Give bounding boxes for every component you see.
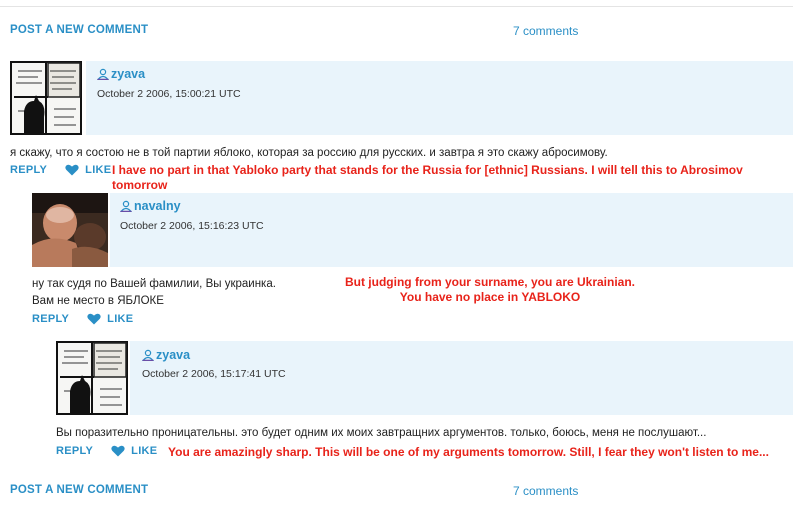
comment-text-line: Вам не место в ЯБЛОКЕ [32,295,164,307]
avatar-navalny[interactable] [32,193,108,267]
top-divider [0,0,793,7]
comment-text-line: ну так судя по Вашей фамилии, Вы украинк… [32,278,276,290]
translation-line: You have no place in YABLOKO [399,290,581,304]
heart-icon [111,445,125,457]
user-icon [142,349,154,361]
comment-count-top[interactable]: 7 comments [513,24,578,38]
comment-count-bottom[interactable]: 7 comments [513,484,578,498]
comment-actions: REPLY LIKE [10,164,111,176]
username-text: navalny [134,199,181,213]
username-text: zyava [111,67,146,81]
reply-button[interactable]: REPLY [10,164,47,176]
username-link[interactable]: zyava [97,67,145,81]
like-label: LIKE [131,445,158,457]
username-link[interactable]: navalny [120,199,181,213]
username-text: zyava [156,348,191,362]
like-button[interactable]: LIKE [87,313,133,325]
username-link[interactable]: zyava [142,348,190,362]
reply-button[interactable]: REPLY [56,445,93,457]
translation-line: But judging from your surname, you are U… [344,275,636,289]
comment-actions: REPLY LIKE [56,445,157,457]
translation-annotation: I have no part in that Yabloko party tha… [112,163,743,192]
comment-date: October 2 2006, 15:17:41 UTC [142,368,286,380]
avatar-zyava[interactable] [10,61,82,135]
comment-text: я скажу, что я состою не в той партии яб… [10,147,608,159]
comment-actions: REPLY LIKE [32,313,133,325]
post-comment-link-top[interactable]: POST A NEW COMMENT [10,24,148,36]
comment-date: October 2 2006, 15:16:23 UTC [120,220,264,232]
reply-button[interactable]: REPLY [32,313,69,325]
heart-icon [87,313,101,325]
like-button[interactable]: LIKE [111,445,157,457]
heart-icon [65,164,79,176]
comment-date: October 2 2006, 15:00:21 UTC [97,88,241,100]
translation-annotation: But judging from your surname, you are U… [330,275,650,305]
user-icon [120,200,132,212]
like-label: LIKE [85,164,112,176]
avatar-zyava[interactable] [56,341,128,415]
comment-text: ну так судя по Вашей фамилии, Вы украинк… [32,276,276,310]
post-comment-link-bottom[interactable]: POST A NEW COMMENT [10,484,148,496]
user-icon [97,68,109,80]
comment-text: Вы поразительно проницательны. это будет… [56,427,707,439]
translation-annotation: You are amazingly sharp. This will be on… [168,445,769,459]
like-label: LIKE [107,313,134,325]
like-button[interactable]: LIKE [65,164,111,176]
